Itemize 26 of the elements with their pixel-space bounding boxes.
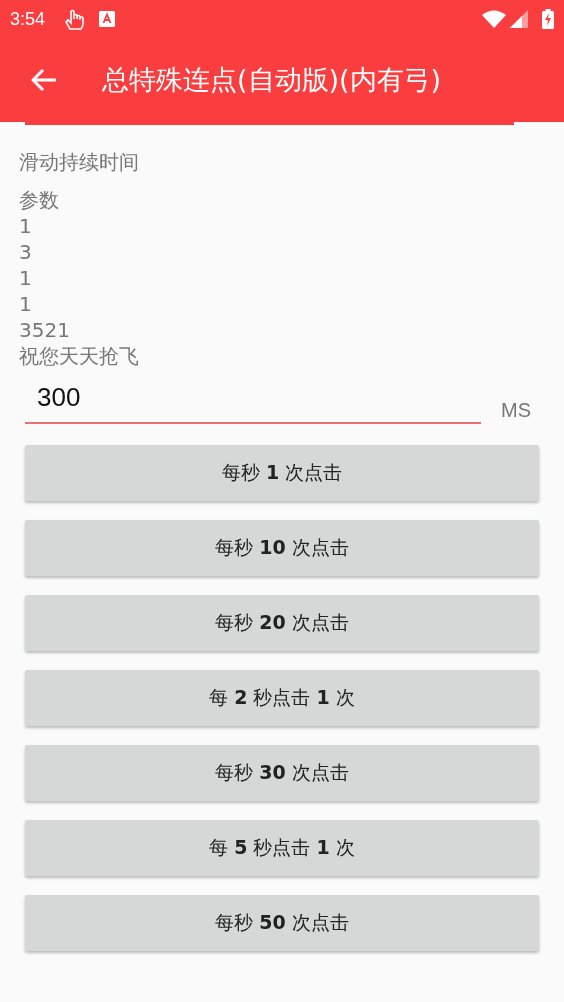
click-rate-button[interactable]: 每秒 10 次点击 bbox=[25, 520, 539, 576]
hand-pointer-icon bbox=[63, 7, 86, 31]
info-text: 1 bbox=[19, 265, 33, 291]
duration-input[interactable]: 300 bbox=[25, 379, 481, 424]
status-time: 3:54 bbox=[10, 8, 46, 30]
info-text: 1 bbox=[19, 213, 33, 239]
info-text: 参数 bbox=[19, 187, 60, 213]
click-rate-button[interactable]: 每秒 50 次点击 bbox=[25, 895, 539, 951]
info-text: 3521 bbox=[19, 317, 71, 343]
click-rate-button[interactable]: 每秒 20 次点击 bbox=[25, 595, 539, 651]
back-button[interactable] bbox=[30, 66, 58, 94]
unit-label: MS bbox=[501, 399, 531, 422]
wifi-icon bbox=[482, 10, 506, 28]
info-text: 3 bbox=[19, 239, 33, 265]
click-rate-button[interactable]: 每 5 秒点击 1 次 bbox=[25, 820, 539, 876]
info-text: 祝您天天抢飞 bbox=[19, 343, 140, 369]
click-rate-button[interactable]: 每秒 30 次点击 bbox=[25, 745, 539, 801]
app-bar-title: 总特殊连点(自动版)(内有弓) bbox=[102, 63, 442, 97]
keyboard-a-icon bbox=[99, 11, 116, 27]
info-text: 1 bbox=[19, 291, 33, 317]
click-rate-button[interactable]: 每秒 1 次点击 bbox=[25, 445, 539, 501]
click-rate-button[interactable]: 每 2 秒点击 1 次 bbox=[25, 670, 539, 726]
signal-icon bbox=[510, 10, 528, 28]
info-text: 滑动持续时间 bbox=[19, 149, 140, 176]
back-arrow-icon bbox=[31, 68, 57, 92]
battery-charging-icon bbox=[542, 9, 554, 29]
